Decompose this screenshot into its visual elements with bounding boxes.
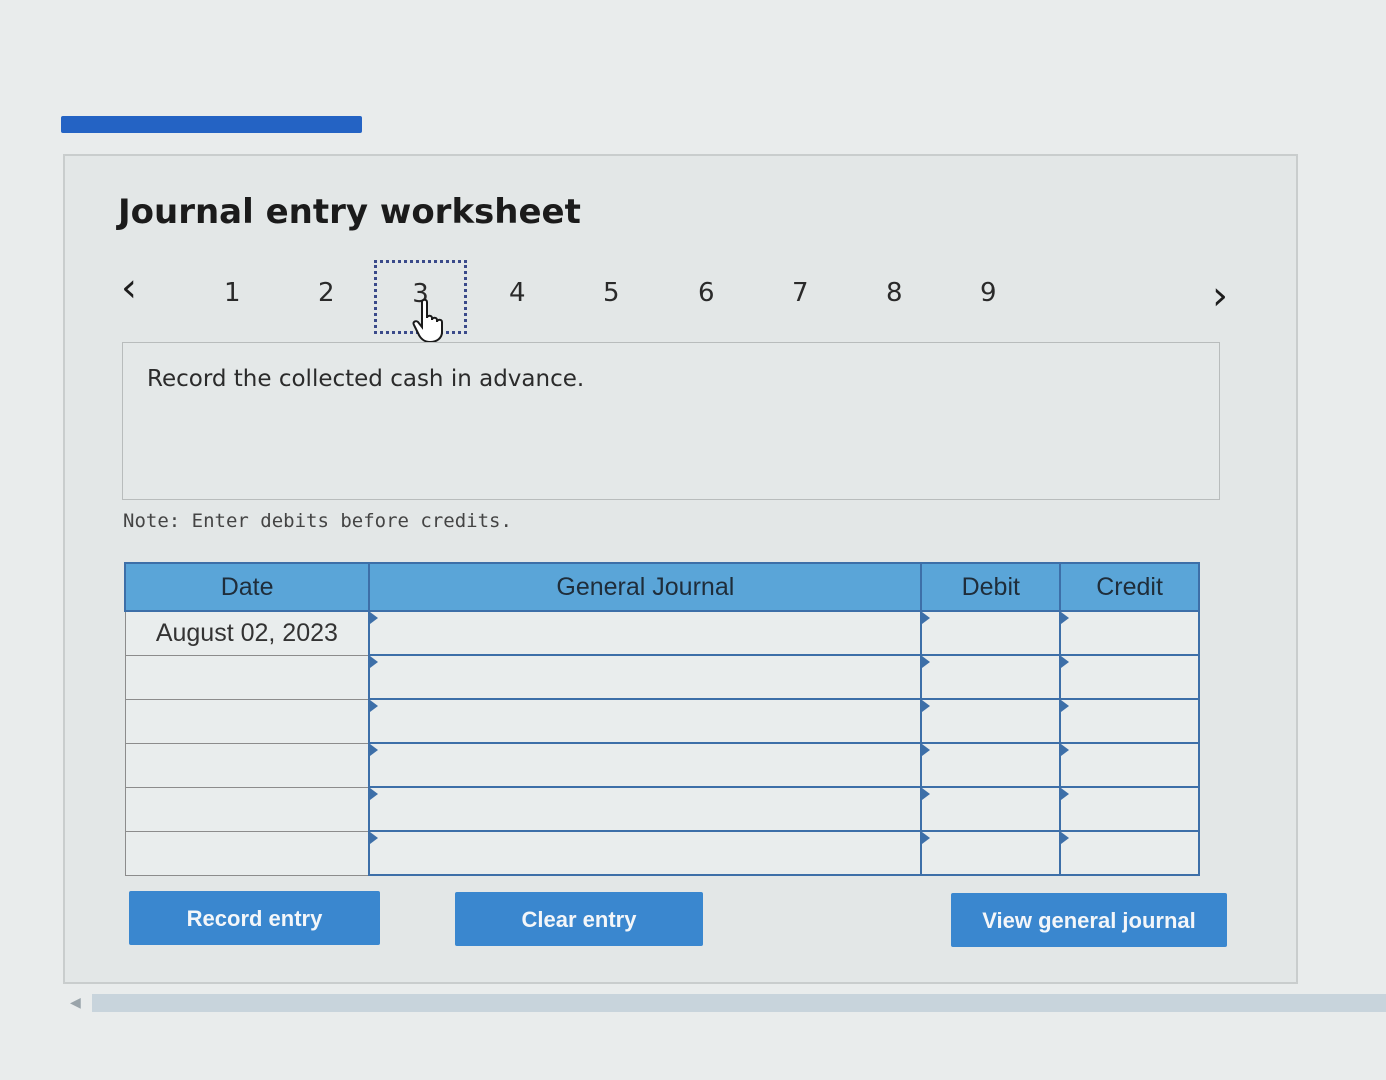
tab-step-6[interactable]: 6 xyxy=(698,278,715,308)
date-cell xyxy=(124,654,370,700)
tab-step-9[interactable]: 9 xyxy=(980,278,997,308)
hand-pointer-icon xyxy=(412,298,443,344)
debit-input[interactable] xyxy=(920,742,1062,788)
table-row: August 02, 2023 xyxy=(124,610,1200,656)
tab-step-4[interactable]: 4 xyxy=(509,278,526,308)
tab-step-5[interactable]: 5 xyxy=(603,278,620,308)
debit-input[interactable] xyxy=(920,786,1062,832)
credit-input[interactable] xyxy=(1059,830,1200,876)
date-cell xyxy=(124,830,370,876)
debit-input[interactable] xyxy=(920,698,1062,744)
account-input[interactable] xyxy=(368,830,923,876)
account-input[interactable] xyxy=(368,610,923,656)
worksheet-title: Journal entry worksheet xyxy=(118,192,581,232)
progress-bar xyxy=(61,116,362,133)
tab-step-7[interactable]: 7 xyxy=(792,278,809,308)
instruction-text: Record the collected cash in advance. xyxy=(147,366,585,392)
credit-input[interactable] xyxy=(1059,610,1200,656)
clear-entry-button[interactable]: Clear entry xyxy=(455,892,703,946)
account-input[interactable] xyxy=(368,698,923,744)
table-row xyxy=(124,786,1200,832)
table-row xyxy=(124,654,1200,700)
view-general-journal-button[interactable]: View general journal xyxy=(951,893,1227,947)
account-input[interactable] xyxy=(368,654,923,700)
credit-input[interactable] xyxy=(1059,742,1200,788)
scroll-left-icon[interactable]: ◀ xyxy=(70,994,81,1011)
debit-input[interactable] xyxy=(920,654,1062,700)
horizontal-scrollbar[interactable] xyxy=(92,994,1386,1012)
credit-input[interactable] xyxy=(1059,786,1200,832)
date-cell: August 02, 2023 xyxy=(124,610,370,656)
tab-step-1[interactable]: 1 xyxy=(224,278,241,308)
debit-input[interactable] xyxy=(920,610,1062,656)
account-input[interactable] xyxy=(368,742,923,788)
journal-table: Date General Journal Debit Credit August… xyxy=(123,562,1200,876)
table-row xyxy=(124,742,1200,788)
debit-input[interactable] xyxy=(920,830,1062,876)
credit-input[interactable] xyxy=(1059,698,1200,744)
table-row xyxy=(124,698,1200,744)
account-input[interactable] xyxy=(368,786,923,832)
tab-step-8[interactable]: 8 xyxy=(886,278,903,308)
chevron-right-icon[interactable]: › xyxy=(1212,276,1228,316)
note-text: Note: Enter debits before credits. xyxy=(123,510,512,532)
chevron-left-icon[interactable]: ‹ xyxy=(121,268,137,308)
record-entry-button[interactable]: Record entry xyxy=(129,891,380,945)
table-row xyxy=(124,830,1200,876)
credit-input[interactable] xyxy=(1059,654,1200,700)
date-cell xyxy=(124,742,370,788)
date-cell xyxy=(124,698,370,744)
header-credit: Credit xyxy=(1059,562,1200,612)
header-date: Date xyxy=(123,562,371,612)
header-debit: Debit xyxy=(920,562,1062,612)
date-cell xyxy=(124,786,370,832)
tab-step-2[interactable]: 2 xyxy=(318,278,335,308)
header-general-journal: General Journal xyxy=(368,562,923,612)
